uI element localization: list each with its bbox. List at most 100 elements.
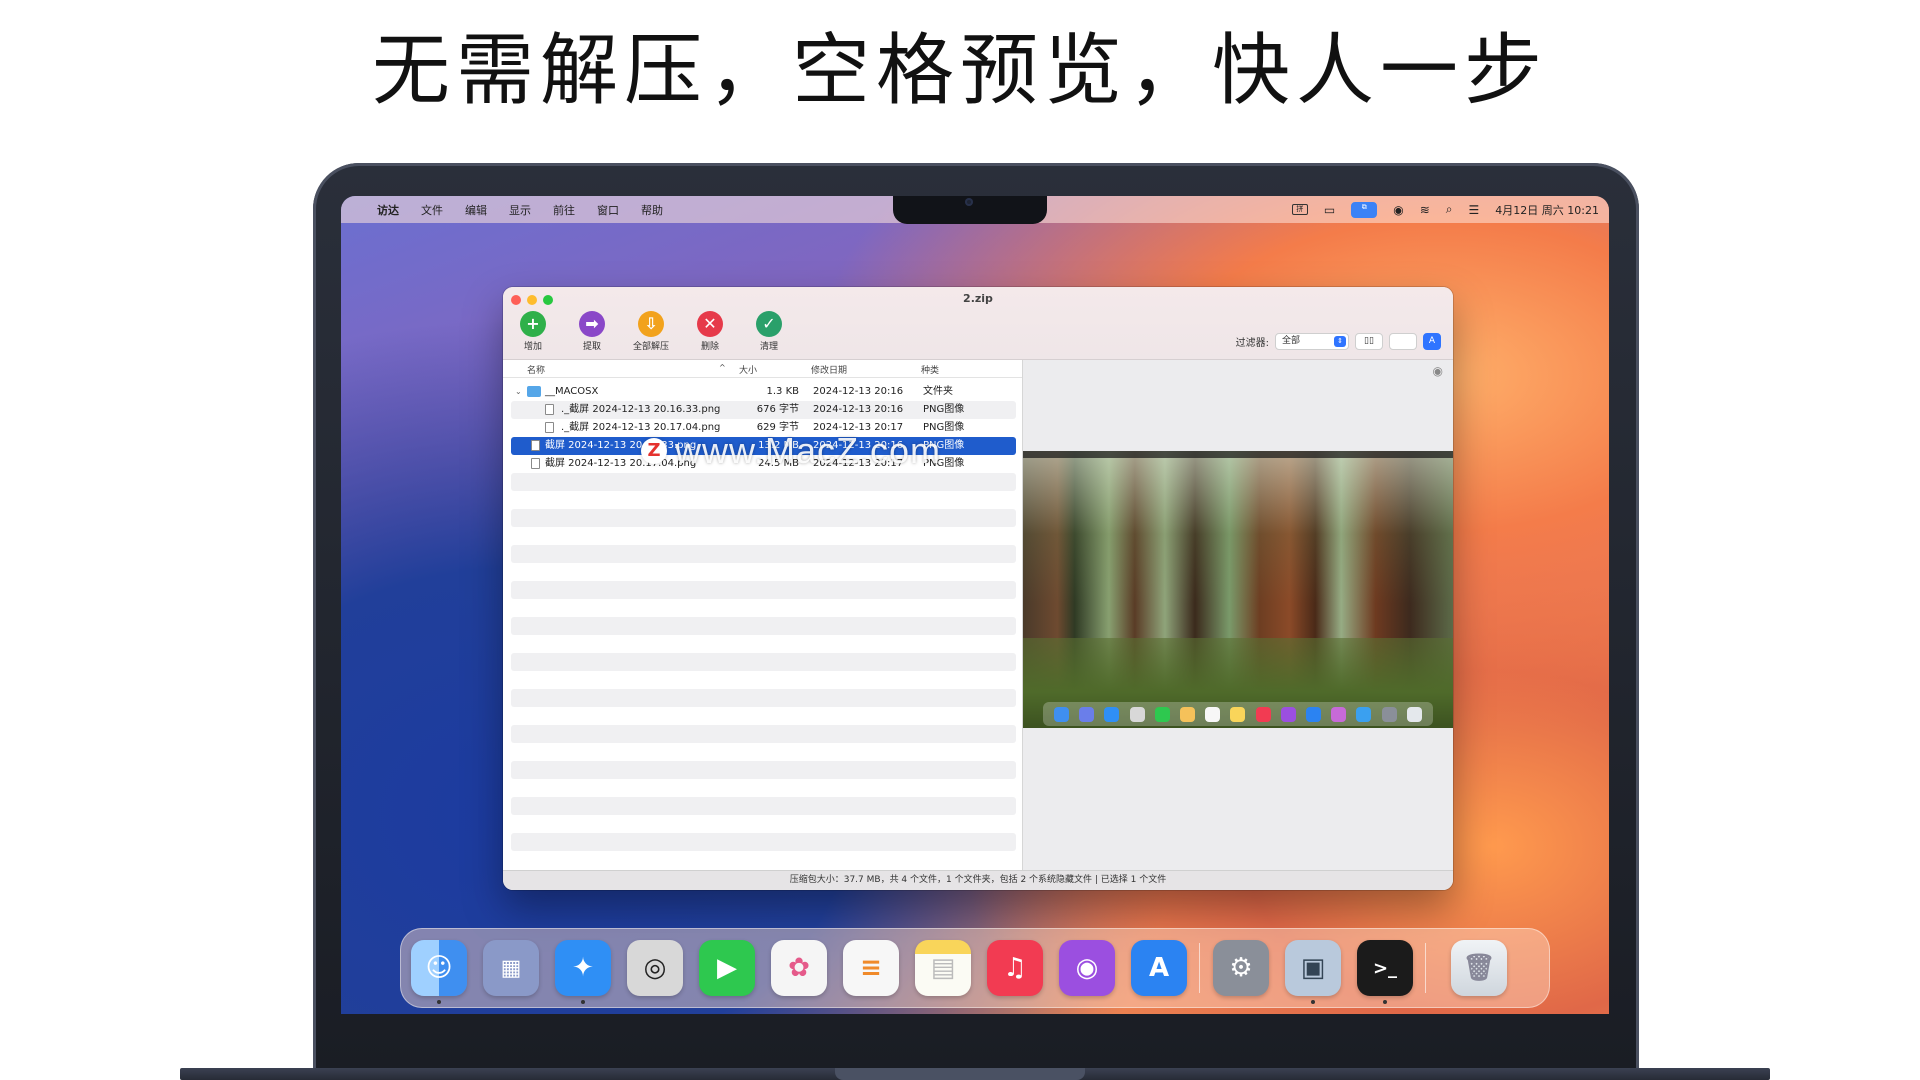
add-button[interactable]: + 增加 bbox=[503, 311, 563, 352]
document-icon bbox=[531, 440, 540, 451]
reminders-dock-icon[interactable]: ≡ bbox=[843, 940, 899, 996]
delete-button[interactable]: ✕ 删除 bbox=[680, 311, 740, 352]
menu-edit[interactable]: 编辑 bbox=[465, 202, 487, 218]
extract-button[interactable]: ➡ 提取 bbox=[562, 311, 622, 352]
filter-value: 全部 bbox=[1282, 336, 1301, 346]
preview-dock-icon bbox=[1356, 706, 1372, 722]
disclosure-chevron-icon[interactable]: ⌄ bbox=[515, 383, 522, 401]
dock: ☺ ▦ ✦ ◎ ▶ ✿ ≡ ▤ ♫ ◉ A ⚙ ▣ >_ 🗑 bbox=[400, 928, 1550, 1008]
window-titlebar: 2.zip + 增加 ➡ 提取 ⇩ 全部解压 ✕ 删除 ✓ 清理 过滤器: 全部… bbox=[503, 287, 1453, 360]
clean-label: 清理 bbox=[759, 342, 778, 352]
running-indicator bbox=[1311, 1000, 1315, 1004]
archive-window: 2.zip + 增加 ➡ 提取 ⇩ 全部解压 ✕ 删除 ✓ 清理 过滤器: 全部… bbox=[503, 287, 1453, 890]
preview-dock-icon bbox=[1154, 706, 1170, 722]
camera-notch bbox=[893, 196, 1047, 224]
camera-icon bbox=[965, 198, 973, 206]
preview-dock-icon bbox=[1255, 706, 1271, 722]
preview-dock-icon bbox=[1406, 706, 1422, 722]
dock-separator bbox=[1425, 943, 1426, 993]
wifi-icon[interactable]: ≋ bbox=[1420, 203, 1430, 217]
screenshot-dock-icon[interactable]: ◎ bbox=[627, 940, 683, 996]
dock-separator bbox=[1199, 943, 1200, 993]
status-bar: 压缩包大小：37.7 MB，共 4 个文件，1 个文件夹，包括 2 个系统隐藏文… bbox=[503, 870, 1453, 890]
system-settings-dock-icon[interactable]: ⚙ bbox=[1213, 940, 1269, 996]
empty-row bbox=[511, 473, 1016, 491]
notes-dock-icon[interactable]: ▤ bbox=[915, 940, 971, 996]
document-icon bbox=[545, 404, 554, 415]
empty-row bbox=[511, 761, 1016, 779]
photos-dock-icon[interactable]: ✿ bbox=[771, 940, 827, 996]
running-indicator bbox=[1383, 1000, 1387, 1004]
trash-dock-icon[interactable]: 🗑 bbox=[1451, 940, 1507, 996]
filter-select[interactable]: 全部 ⇕ bbox=[1275, 333, 1349, 350]
column-name[interactable]: 名称 bbox=[527, 363, 545, 376]
file-name: __MACOSX bbox=[545, 386, 599, 397]
preview-dock bbox=[1043, 702, 1433, 726]
filter-label: 过滤器: bbox=[1235, 338, 1269, 349]
menu-window[interactable]: 窗口 bbox=[597, 202, 619, 218]
safari-dock-icon[interactable]: ✦ bbox=[555, 940, 611, 996]
sidebar-toggle-button[interactable]: ▯▯ bbox=[1355, 333, 1383, 350]
file-size: 676 字节 bbox=[756, 404, 799, 415]
menu-file[interactable]: 文件 bbox=[421, 202, 443, 218]
menu-view[interactable]: 显示 bbox=[509, 202, 531, 218]
file-size: 1.3 KB bbox=[766, 386, 800, 397]
laptop-base-notch bbox=[835, 1068, 1085, 1080]
menu-go[interactable]: 前往 bbox=[553, 202, 575, 218]
file-kind: 文件夹 bbox=[923, 386, 953, 397]
watermark: Z www.MacZ.com bbox=[641, 430, 941, 472]
filter-area: 过滤器: 全部 ⇕ ▯▯ A bbox=[1236, 333, 1441, 350]
file-date: 2024-12-13 20:16 bbox=[813, 386, 904, 397]
preview-dock-icon bbox=[1104, 706, 1120, 722]
preview-dock-icon bbox=[1280, 706, 1296, 722]
preview-dock-icon bbox=[1305, 706, 1321, 722]
preview-menubar bbox=[1023, 451, 1453, 458]
empty-row bbox=[511, 545, 1016, 563]
extract-icon: ➡ bbox=[579, 311, 605, 337]
screen-mirroring-icon[interactable]: ⧉ bbox=[1351, 201, 1378, 218]
watermark-text: www.MacZ.com bbox=[675, 430, 942, 471]
app-store-dock-icon[interactable]: A bbox=[1131, 940, 1187, 996]
blank-toggle-button[interactable] bbox=[1389, 333, 1417, 350]
clean-button[interactable]: ✓ 清理 bbox=[739, 311, 799, 352]
extract-all-label: 全部解压 bbox=[632, 342, 669, 352]
sort-chevron-icon[interactable]: ^ bbox=[719, 363, 726, 372]
delete-label: 删除 bbox=[700, 342, 719, 352]
extract-label: 提取 bbox=[582, 342, 601, 352]
preview-dock-icon[interactable]: ▣ bbox=[1285, 940, 1341, 996]
eye-icon[interactable]: ◉ bbox=[1433, 364, 1443, 378]
finder-dock-icon[interactable]: ☺ bbox=[411, 940, 467, 996]
menu-help[interactable]: 帮助 bbox=[641, 202, 663, 218]
empty-row bbox=[511, 833, 1016, 851]
battery-icon[interactable]: ▭ bbox=[1324, 203, 1335, 217]
music-dock-icon[interactable]: ♫ bbox=[987, 940, 1043, 996]
terminal-dock-icon[interactable]: >_ bbox=[1357, 940, 1413, 996]
spotlight-search-icon[interactable]: ⌕ bbox=[1446, 202, 1453, 217]
column-kind[interactable]: 种类 bbox=[921, 363, 939, 376]
document-icon bbox=[531, 458, 540, 469]
input-method-icon[interactable]: 拼 bbox=[1291, 204, 1308, 215]
podcasts-dock-icon[interactable]: ◉ bbox=[1059, 940, 1115, 996]
preview-dock-icon bbox=[1054, 706, 1070, 722]
user-icon[interactable]: ◉ bbox=[1393, 203, 1403, 217]
folder-icon bbox=[527, 386, 541, 397]
extract-all-icon: ⇩ bbox=[638, 311, 664, 337]
facetime-dock-icon[interactable]: ▶ bbox=[699, 940, 755, 996]
empty-row bbox=[511, 509, 1016, 527]
file-kind: PNG图像 bbox=[923, 404, 965, 415]
window-title: 2.zip bbox=[963, 292, 993, 305]
app-icon-button[interactable]: A bbox=[1423, 333, 1441, 350]
control-center-icon[interactable]: ☰ bbox=[1469, 203, 1480, 217]
running-indicator bbox=[437, 1000, 441, 1004]
list-item[interactable]: ._截屏 2024-12-13 20.16.33.png 676 字节 2024… bbox=[511, 401, 1016, 419]
clean-icon: ✓ bbox=[756, 311, 782, 337]
extract-all-button[interactable]: ⇩ 全部解压 bbox=[621, 311, 681, 352]
preview-dock-icon bbox=[1180, 706, 1196, 722]
list-item[interactable]: ⌄ __MACOSX 1.3 KB 2024-12-13 20:16 文件夹 bbox=[511, 383, 1016, 401]
column-date[interactable]: 修改日期 bbox=[811, 363, 847, 376]
menu-finder[interactable]: 访达 bbox=[377, 202, 399, 218]
menu-clock[interactable]: 4月12日 周六 10:21 bbox=[1495, 202, 1599, 218]
column-size[interactable]: 大小 bbox=[739, 363, 757, 376]
empty-row bbox=[511, 797, 1016, 815]
launchpad-dock-icon[interactable]: ▦ bbox=[483, 940, 539, 996]
